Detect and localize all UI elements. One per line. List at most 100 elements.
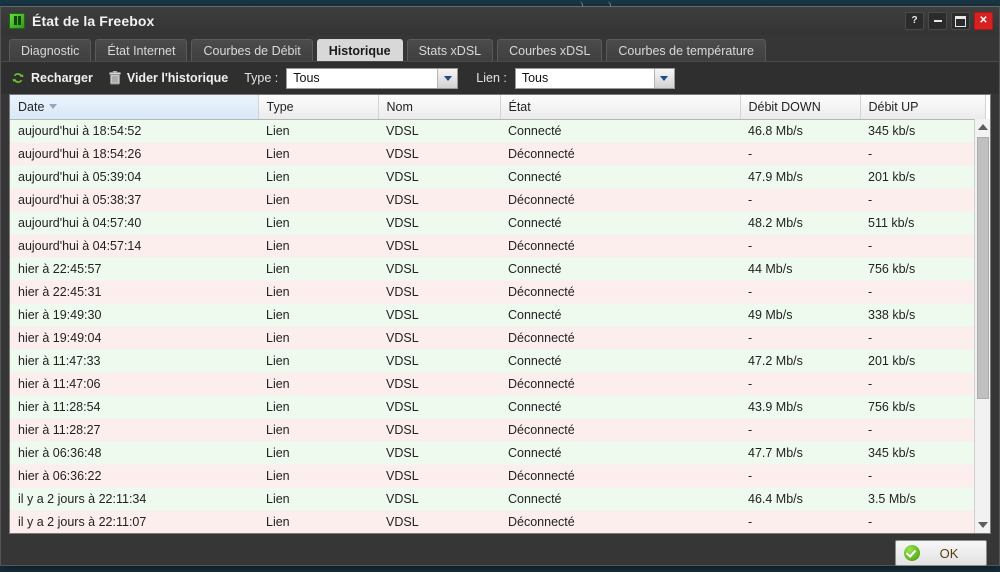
table-row[interactable]: il y a 2 jours à 22:11:07LienVDSLDéconne… xyxy=(10,510,985,533)
table-row[interactable]: hier à 22:45:31LienVDSLDéconnecté-- xyxy=(10,280,985,303)
cell-debit-up: 345 kb/s xyxy=(860,441,985,464)
column-header-type[interactable]: Type xyxy=(258,95,378,119)
cell-nom: VDSL xyxy=(378,349,500,372)
cell-date: aujourd'hui à 18:54:26 xyxy=(10,142,258,165)
cell-etat: Déconnecté xyxy=(500,464,740,487)
window-title: État de la Freebox xyxy=(32,13,154,29)
tab-courbes-de-debit[interactable]: Courbes de Débit xyxy=(191,39,312,61)
cell-type: Lien xyxy=(258,326,378,349)
table-row[interactable]: hier à 11:47:06LienVDSLDéconnecté-- xyxy=(10,372,985,395)
title-bar[interactable]: État de la Freebox ? ✕ xyxy=(1,7,999,35)
table-row[interactable]: aujourd'hui à 18:54:52LienVDSLConnecté46… xyxy=(10,119,985,142)
tab-courbes-de-temperature[interactable]: Courbes de température xyxy=(606,39,766,61)
vertical-scrollbar[interactable] xyxy=(974,119,990,533)
table-row[interactable]: hier à 22:45:57LienVDSLConnecté44 Mb/s75… xyxy=(10,257,985,280)
cell-type: Lien xyxy=(258,487,378,510)
cell-nom: VDSL xyxy=(378,326,500,349)
cell-debit-up: - xyxy=(860,188,985,211)
column-header-debit-up[interactable]: Débit UP xyxy=(860,95,985,119)
maximize-button[interactable] xyxy=(951,12,970,30)
cell-debit-down: 47.2 Mb/s xyxy=(740,349,860,372)
cell-etat: Connecté xyxy=(500,119,740,142)
cell-etat: Connecté xyxy=(500,395,740,418)
cell-type: Lien xyxy=(258,464,378,487)
cell-debit-up: - xyxy=(860,326,985,349)
scroll-down-arrow-icon[interactable] xyxy=(975,517,991,533)
cell-debit-down: 44 Mb/s xyxy=(740,257,860,280)
cell-debit-up: - xyxy=(860,464,985,487)
cell-debit-down: 46.8 Mb/s xyxy=(740,119,860,142)
cell-debit-down: - xyxy=(740,142,860,165)
tab-historique[interactable]: Historique xyxy=(317,39,403,61)
cell-etat: Déconnecté xyxy=(500,326,740,349)
cell-nom: VDSL xyxy=(378,257,500,280)
cell-nom: VDSL xyxy=(378,418,500,441)
cell-nom: VDSL xyxy=(378,510,500,533)
table-row[interactable]: aujourd'hui à 18:54:26LienVDSLDéconnecté… xyxy=(10,142,985,165)
cell-debit-down: 48.2 Mb/s xyxy=(740,211,860,234)
table-row[interactable]: aujourd'hui à 04:57:40LienVDSLConnecté48… xyxy=(10,211,985,234)
tab-diagnostic[interactable]: Diagnostic xyxy=(9,39,91,61)
cell-date: hier à 11:47:33 xyxy=(10,349,258,372)
cell-type: Lien xyxy=(258,280,378,303)
tab-stats-xdsl[interactable]: Stats xDSL xyxy=(407,39,494,61)
toolbar: Recharger Vider l'historique Type : Tous… xyxy=(1,61,999,94)
ok-button[interactable]: OK xyxy=(895,540,987,566)
cell-date: il y a 2 jours à 22:11:34 xyxy=(10,487,258,510)
tab-courbes-xdsl[interactable]: Courbes xDSL xyxy=(497,39,602,61)
table-row[interactable]: hier à 11:47:33LienVDSLConnecté47.2 Mb/s… xyxy=(10,349,985,372)
cell-type: Lien xyxy=(258,510,378,533)
cell-debit-down: - xyxy=(740,510,860,533)
table-row[interactable]: hier à 11:28:27LienVDSLDéconnecté-- xyxy=(10,418,985,441)
table-row[interactable]: hier à 11:28:54LienVDSLConnecté43.9 Mb/s… xyxy=(10,395,985,418)
type-filter-label: Type : xyxy=(244,71,278,85)
close-button[interactable]: ✕ xyxy=(974,12,993,30)
cell-debit-down: 47.7 Mb/s xyxy=(740,441,860,464)
cell-debit-up: 3.5 Mb/s xyxy=(860,487,985,510)
sort-descending-icon xyxy=(49,104,57,109)
cell-nom: VDSL xyxy=(378,464,500,487)
column-header-nom[interactable]: Nom xyxy=(378,95,500,119)
type-filter-select[interactable]: Tous xyxy=(286,68,458,89)
cell-debit-down: 49 Mb/s xyxy=(740,303,860,326)
history-table-body: aujourd'hui à 18:54:52LienVDSLConnecté46… xyxy=(10,119,985,533)
table-row[interactable]: aujourd'hui à 04:57:14LienVDSLDéconnecté… xyxy=(10,234,985,257)
column-header-etat[interactable]: État xyxy=(500,95,740,119)
table-row[interactable]: il y a 2 jours à 22:11:34LienVDSLConnect… xyxy=(10,487,985,510)
cell-etat: Connecté xyxy=(500,487,740,510)
table-row[interactable]: hier à 19:49:04LienVDSLDéconnecté-- xyxy=(10,326,985,349)
table-row[interactable]: aujourd'hui à 05:38:37LienVDSLDéconnecté… xyxy=(10,188,985,211)
chevron-down-icon[interactable] xyxy=(654,69,674,88)
table-row[interactable]: aujourd'hui à 05:39:04LienVDSLConnecté47… xyxy=(10,165,985,188)
lien-filter-select[interactable]: Tous xyxy=(515,68,675,89)
cell-date: il y a 2 jours à 22:11:07 xyxy=(10,510,258,533)
cell-debit-down: - xyxy=(740,188,860,211)
cell-nom: VDSL xyxy=(378,280,500,303)
chevron-down-icon[interactable] xyxy=(437,69,457,88)
table-row[interactable]: hier à 06:36:48LienVDSLConnecté47.7 Mb/s… xyxy=(10,441,985,464)
freebox-icon xyxy=(9,13,25,29)
cell-date: aujourd'hui à 05:38:37 xyxy=(10,188,258,211)
scroll-up-arrow-icon[interactable] xyxy=(975,119,990,135)
cell-debit-up: 345 kb/s xyxy=(860,119,985,142)
cell-etat: Connecté xyxy=(500,349,740,372)
cell-debit-up: 756 kb/s xyxy=(860,395,985,418)
cell-type: Lien xyxy=(258,441,378,464)
tab-etat-internet[interactable]: État Internet xyxy=(95,39,187,61)
reload-button[interactable]: Recharger xyxy=(11,71,93,85)
help-button[interactable]: ? xyxy=(905,12,924,30)
column-header-debit-down[interactable]: Débit DOWN xyxy=(740,95,860,119)
column-header-date[interactable]: Date xyxy=(10,95,258,119)
cell-nom: VDSL xyxy=(378,395,500,418)
cell-type: Lien xyxy=(258,234,378,257)
cell-debit-up: - xyxy=(860,372,985,395)
table-row[interactable]: hier à 19:49:30LienVDSLConnecté49 Mb/s33… xyxy=(10,303,985,326)
table-row[interactable]: hier à 06:36:22LienVDSLDéconnecté-- xyxy=(10,464,985,487)
clear-history-button[interactable]: Vider l'historique xyxy=(109,71,228,85)
minimize-button[interactable] xyxy=(928,12,947,30)
cell-date: hier à 06:36:22 xyxy=(10,464,258,487)
scrollbar-thumb[interactable] xyxy=(977,137,989,399)
cell-type: Lien xyxy=(258,188,378,211)
cell-nom: VDSL xyxy=(378,188,500,211)
freebox-status-window: État de la Freebox ? ✕ Diagnostic État I… xyxy=(0,6,1000,566)
